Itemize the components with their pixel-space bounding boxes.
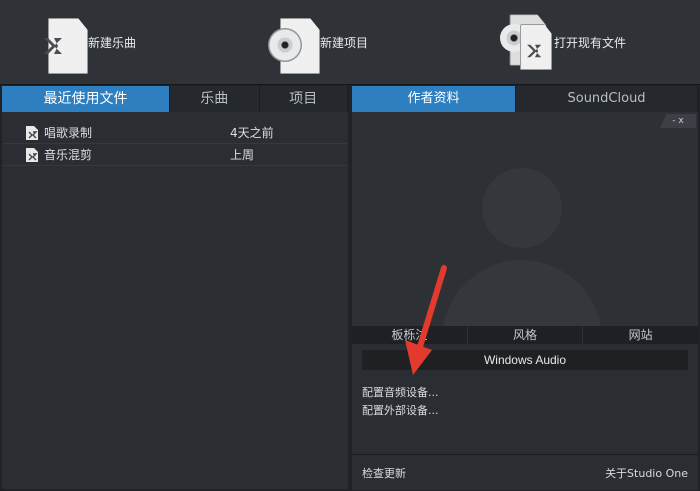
start-toolbar: 新建乐曲 新建项目 打开现有文件 bbox=[0, 0, 700, 85]
new-song-icon bbox=[34, 12, 88, 74]
tab-website[interactable]: 网站 bbox=[583, 326, 698, 344]
list-item[interactable]: 唱歌录制 4天之前 bbox=[2, 122, 348, 144]
recent-files-tabs: 最近使用文件 乐曲 项目 bbox=[2, 86, 348, 112]
file-name: 唱歌录制 bbox=[44, 126, 93, 140]
configure-external-device-link[interactable]: 配置外部设备... bbox=[362, 402, 439, 418]
recent-files-list: 唱歌录制 4天之前 音乐混剪 上周 bbox=[2, 122, 348, 166]
new-project-label: 新建项目 bbox=[320, 35, 369, 50]
recent-files-panel: 最近使用文件 乐曲 项目 唱歌录制 4天之前 音乐混剪 上周 bbox=[2, 86, 348, 489]
tab-author-profile[interactable]: 作者资料 bbox=[352, 86, 517, 112]
open-file-icon bbox=[500, 12, 552, 72]
new-song-button[interactable]: 新建乐曲 bbox=[34, 10, 136, 74]
tab-projects[interactable]: 项目 bbox=[259, 86, 348, 112]
right-panel: 作者资料 SoundCloud - x 板栎注 风格 网站 Windows Au… bbox=[352, 86, 698, 490]
tab-soundcloud[interactable]: SoundCloud bbox=[516, 86, 698, 112]
tab-recent-files[interactable]: 最近使用文件 bbox=[2, 86, 171, 112]
new-project-icon bbox=[266, 12, 320, 74]
new-song-label: 新建乐曲 bbox=[88, 35, 137, 50]
song-file-icon bbox=[26, 147, 38, 162]
tab-board[interactable]: 板栎注 bbox=[352, 326, 468, 344]
file-name: 音乐混剪 bbox=[44, 148, 93, 162]
list-item[interactable]: 音乐混剪 上周 bbox=[2, 144, 348, 166]
profile-tabs: 作者资料 SoundCloud bbox=[352, 86, 698, 112]
audio-device-button[interactable]: Windows Audio bbox=[362, 350, 688, 370]
profile-subtabs: 板栎注 风格 网站 bbox=[352, 326, 698, 344]
tab-songs[interactable]: 乐曲 bbox=[170, 86, 260, 112]
configure-audio-device-link[interactable]: 配置音频设备... bbox=[362, 384, 439, 400]
about-studio-one-link[interactable]: 关于Studio One bbox=[605, 465, 688, 481]
avatar-body bbox=[442, 260, 602, 326]
file-date: 4天之前 bbox=[230, 126, 274, 140]
song-file-icon bbox=[26, 125, 38, 140]
avatar bbox=[482, 168, 562, 248]
check-updates-link[interactable]: 检查更新 bbox=[362, 465, 406, 481]
start-footer: 检查更新 关于Studio One bbox=[352, 454, 698, 490]
new-project-button[interactable]: 新建项目 bbox=[266, 10, 368, 74]
file-date: 上周 bbox=[230, 148, 255, 162]
tab-style[interactable]: 风格 bbox=[468, 326, 584, 344]
open-file-button[interactable]: 打开现有文件 bbox=[500, 10, 626, 74]
open-file-label: 打开现有文件 bbox=[554, 35, 627, 50]
window-controls[interactable]: - x bbox=[660, 114, 696, 128]
profile-area: - x bbox=[352, 112, 698, 326]
